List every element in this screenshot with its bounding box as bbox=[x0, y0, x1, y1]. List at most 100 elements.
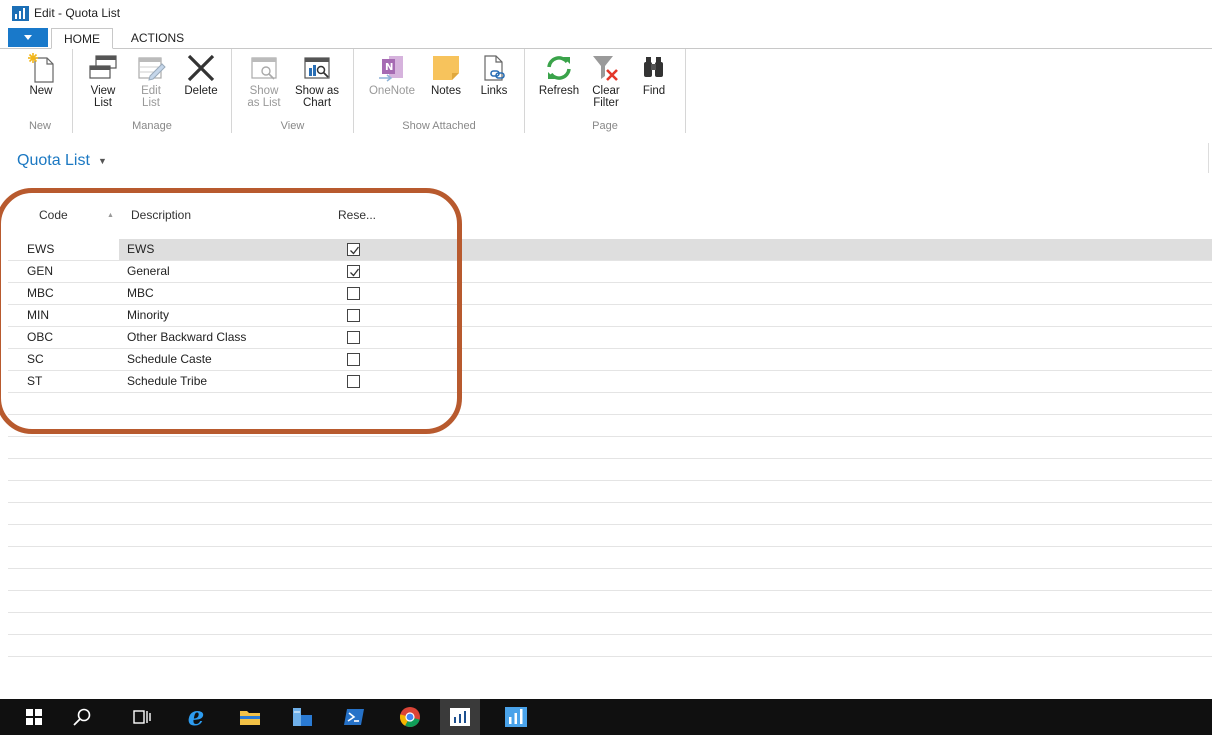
clear-filter-button[interactable]: Clear Filter bbox=[585, 51, 627, 109]
table-row[interactable]: MBC MBC bbox=[8, 283, 1212, 305]
ribbon-group-new: New New bbox=[8, 49, 73, 133]
reserved-checkbox[interactable] bbox=[347, 353, 360, 366]
show-as-list-button[interactable]: Show as List bbox=[240, 51, 288, 109]
window-title: Edit - Quota List bbox=[34, 6, 121, 20]
reserved-checkbox[interactable] bbox=[347, 287, 360, 300]
empty-row bbox=[8, 569, 1212, 591]
find-button[interactable]: Find bbox=[631, 51, 677, 97]
empty-row bbox=[8, 481, 1212, 503]
server-manager-icon[interactable] bbox=[282, 699, 322, 735]
cell-description[interactable]: General bbox=[127, 261, 170, 282]
search-icon[interactable] bbox=[62, 699, 102, 735]
show-as-chart-button[interactable]: Show as Chart bbox=[290, 51, 344, 109]
dynamics-nav-icon bbox=[12, 5, 29, 21]
empty-row bbox=[8, 591, 1212, 613]
empty-row bbox=[8, 503, 1212, 525]
cell-code[interactable]: MIN bbox=[8, 305, 119, 326]
table-row[interactable]: ST Schedule Tribe bbox=[8, 371, 1212, 393]
table-row[interactable]: SC Schedule Caste bbox=[8, 349, 1212, 371]
tab-home[interactable]: HOME bbox=[51, 28, 113, 49]
internet-explorer-icon[interactable]: e bbox=[176, 699, 216, 735]
checkmark-icon bbox=[350, 246, 360, 255]
empty-row bbox=[8, 635, 1212, 657]
link-document-icon bbox=[484, 55, 505, 81]
ribbon: New New View List Edit List Delete Manag… bbox=[0, 49, 1212, 133]
svg-text:N: N bbox=[385, 62, 393, 73]
ribbon-group-manage: View List Edit List Delete Manage bbox=[73, 49, 232, 133]
notes-button[interactable]: Notes bbox=[422, 51, 470, 97]
cell-description[interactable]: Schedule Caste bbox=[127, 349, 212, 370]
grid-header: Code ▲ Description Rese... bbox=[0, 200, 1212, 230]
cell-code[interactable]: ST bbox=[8, 371, 119, 392]
cell-code[interactable]: OBC bbox=[8, 327, 119, 348]
empty-row bbox=[8, 525, 1212, 547]
file-explorer-icon[interactable] bbox=[230, 699, 270, 735]
cell-code[interactable]: MBC bbox=[8, 283, 119, 304]
factbox-edge bbox=[1208, 143, 1209, 173]
reserved-checkbox[interactable] bbox=[347, 331, 360, 344]
reserved-checkbox[interactable] bbox=[347, 375, 360, 388]
table-row[interactable]: OBC Other Backward Class bbox=[8, 327, 1212, 349]
clear-filter-icon bbox=[593, 56, 618, 81]
cell-description[interactable]: Other Backward Class bbox=[127, 327, 246, 348]
cell-code[interactable]: EWS bbox=[8, 239, 119, 260]
chrome-icon[interactable] bbox=[390, 699, 430, 735]
column-header-code[interactable]: Code bbox=[39, 208, 68, 222]
cell-code[interactable]: SC bbox=[8, 349, 119, 370]
sticky-note-icon bbox=[433, 56, 459, 80]
table-row[interactable]: EWS EWS bbox=[8, 239, 1212, 261]
empty-row bbox=[8, 437, 1212, 459]
new-document-icon bbox=[28, 53, 54, 83]
links-button[interactable]: Links bbox=[472, 51, 516, 97]
cell-description[interactable]: Minority bbox=[127, 305, 169, 326]
onenote-button[interactable]: N OneNote bbox=[364, 51, 420, 97]
cell-code[interactable]: GEN bbox=[8, 261, 119, 282]
binoculars-icon bbox=[644, 57, 663, 77]
chart-view-icon bbox=[304, 57, 330, 79]
close-icon bbox=[187, 54, 215, 82]
app-menu-button[interactable] bbox=[8, 28, 48, 47]
empty-row bbox=[8, 459, 1212, 481]
table-row[interactable]: GEN General bbox=[8, 261, 1212, 283]
edit-list-button[interactable]: Edit List bbox=[129, 51, 173, 109]
chevron-down-icon bbox=[24, 35, 32, 40]
view-list-button[interactable]: View List bbox=[79, 51, 127, 109]
cell-description[interactable]: EWS bbox=[127, 239, 154, 260]
reserved-checkbox[interactable] bbox=[347, 243, 360, 256]
cell-description[interactable]: Schedule Tribe bbox=[127, 371, 207, 392]
view-list-icon bbox=[89, 55, 117, 79]
empty-row bbox=[8, 415, 1212, 437]
delete-button[interactable]: Delete bbox=[177, 51, 225, 97]
cell-description[interactable]: MBC bbox=[127, 283, 154, 304]
edit-list-icon bbox=[138, 57, 166, 81]
ribbon-group-show-attached: N OneNote Notes Links Show Attached bbox=[354, 49, 525, 133]
column-header-reserved[interactable]: Rese... bbox=[338, 208, 376, 222]
dynamics-nav-icon[interactable] bbox=[440, 699, 480, 735]
window-titlebar: Edit - Quota List bbox=[0, 0, 1212, 26]
empty-row bbox=[8, 547, 1212, 569]
refresh-icon bbox=[547, 56, 571, 80]
ribbon-tab-bar: HOME ACTIONS bbox=[0, 26, 1212, 49]
tab-actions[interactable]: ACTIONS bbox=[120, 28, 195, 49]
powershell-icon[interactable] bbox=[334, 699, 374, 735]
column-header-description[interactable]: Description bbox=[131, 208, 191, 222]
windows-start-icon[interactable] bbox=[14, 699, 54, 735]
sort-ascending-icon: ▲ bbox=[107, 212, 114, 219]
new-button[interactable]: New bbox=[18, 51, 64, 97]
checkmark-icon bbox=[350, 268, 360, 277]
task-view-icon[interactable] bbox=[122, 699, 162, 735]
chevron-down-icon: ▼ bbox=[97, 156, 107, 166]
ribbon-group-page: Refresh Clear Filter Find Page bbox=[525, 49, 686, 133]
quota-list-grid: EWS EWS GEN General MBC MBC MIN Minority OBC Othe… bbox=[8, 239, 1212, 657]
list-view-icon bbox=[251, 57, 277, 80]
onenote-icon: N bbox=[379, 56, 403, 82]
dynamics-nav-icon[interactable] bbox=[496, 699, 536, 735]
page-title[interactable]: Quota List ▼ bbox=[17, 152, 107, 170]
reserved-checkbox[interactable] bbox=[347, 265, 360, 278]
reserved-checkbox[interactable] bbox=[347, 309, 360, 322]
empty-row bbox=[8, 613, 1212, 635]
table-row[interactable]: MIN Minority bbox=[8, 305, 1212, 327]
taskbar: e bbox=[0, 699, 1212, 735]
ribbon-group-view: Show as List Show as Chart View bbox=[232, 49, 354, 133]
refresh-button[interactable]: Refresh bbox=[533, 51, 585, 97]
